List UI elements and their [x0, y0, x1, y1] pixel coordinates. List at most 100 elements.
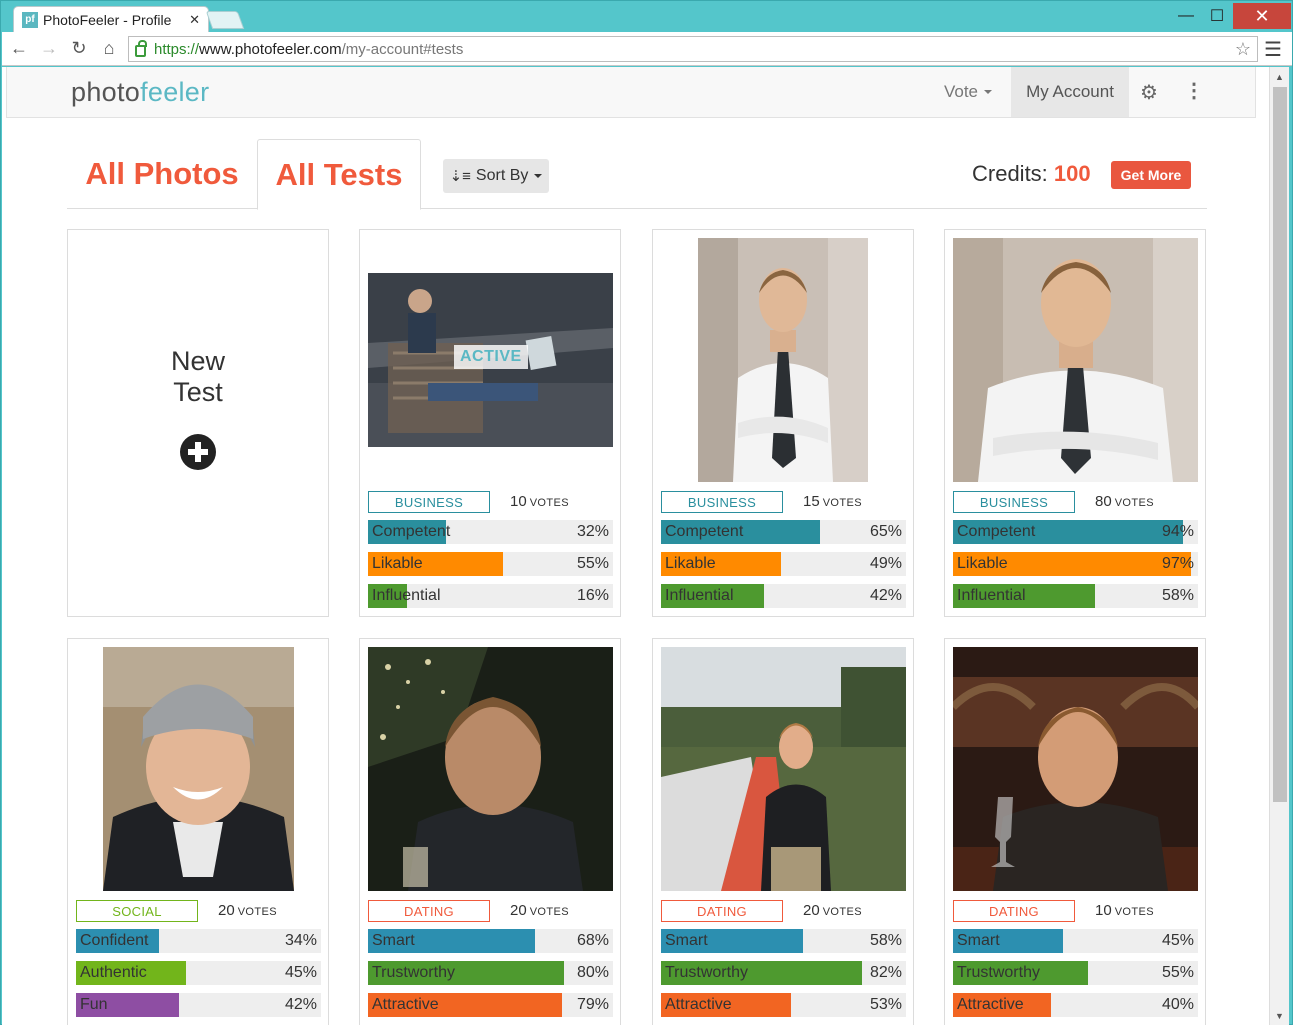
new-test-label: New Test: [171, 346, 225, 408]
stat-percent: 82%: [869, 964, 902, 981]
stat-percent: 97%: [1161, 555, 1194, 572]
my-account-label: My Account: [1026, 82, 1114, 101]
tab-all-tests[interactable]: All Tests: [257, 139, 421, 210]
logo-feeler: feeler: [140, 77, 210, 107]
stat-label: Likable: [957, 555, 1008, 572]
browser-toolbar: ← → ↻ ⌂ https://www.photofeeler.com/my-a…: [2, 32, 1292, 66]
test-card[interactable]: ACTIVE BUSINESS 10 VOTES Competent 32% Lik…: [359, 229, 621, 617]
browser-tab[interactable]: pf PhotoFeeler - Profile ✕: [13, 6, 209, 32]
page-scrollbar[interactable]: ▲ ▼: [1269, 67, 1289, 1025]
bookmark-star-icon[interactable]: ☆: [1235, 39, 1251, 60]
sort-icon: ⇣≡: [449, 168, 471, 185]
back-icon[interactable]: ←: [6, 38, 32, 59]
new-test-card[interactable]: New Test: [67, 229, 329, 617]
stat-bar: Confident 34%: [76, 929, 321, 953]
scroll-thumb[interactable]: [1273, 87, 1287, 802]
stat-percent: 45%: [1161, 932, 1194, 949]
votes-label: VOTES: [1114, 906, 1154, 918]
browser-window: pf PhotoFeeler - Profile ✕ — ☐ ✕ ← → ↻ ⌂…: [0, 0, 1293, 1025]
stat-label: Authentic: [80, 964, 147, 981]
get-more-button[interactable]: Get More: [1111, 161, 1191, 189]
test-photo[interactable]: [368, 647, 613, 891]
vote-count: 20 VOTES: [510, 902, 610, 919]
minimize-icon[interactable]: —: [1171, 3, 1201, 29]
site-logo[interactable]: photofeeler: [71, 77, 209, 108]
new-test-line2: Test: [173, 377, 223, 407]
stat-percent: 65%: [869, 523, 902, 540]
test-photo[interactable]: [103, 647, 294, 891]
votes-label: VOTES: [1114, 497, 1154, 509]
stat-percent: 40%: [1161, 996, 1194, 1013]
credits-display: Credits: 100: [972, 161, 1091, 187]
vote-number: 20: [803, 902, 820, 919]
sort-by-button[interactable]: ⇣≡ Sort By: [443, 159, 549, 193]
plus-circle-icon[interactable]: [180, 434, 216, 470]
maximize-icon[interactable]: ☐: [1201, 3, 1233, 29]
window-close-icon[interactable]: ✕: [1233, 3, 1291, 29]
tab-all-photos[interactable]: All Photos: [67, 139, 257, 209]
stat-bar: Competent 32%: [368, 520, 613, 544]
stat-percent: 55%: [1161, 964, 1194, 981]
stat-label: Influential: [957, 587, 1026, 604]
new-tab-button[interactable]: [205, 11, 245, 29]
votes-label: VOTES: [529, 497, 569, 509]
votes-label: VOTES: [822, 497, 862, 509]
url-path: /my-account#tests: [341, 40, 464, 58]
stat-percent: 94%: [1161, 523, 1194, 540]
my-account-link[interactable]: My Account: [1011, 67, 1129, 117]
stat-percent: 49%: [869, 555, 902, 572]
gear-icon[interactable]: ⚙: [1140, 80, 1158, 105]
stat-percent: 16%: [576, 587, 609, 604]
reload-icon[interactable]: ↻: [66, 38, 92, 59]
category-badge: BUSINESS: [661, 491, 783, 513]
vote-number: 10: [1095, 902, 1112, 919]
home-icon[interactable]: ⌂: [96, 38, 122, 59]
test-card[interactable]: BUSINESS 15 VOTES Competent 65% Likable 49%…: [652, 229, 914, 617]
test-card[interactable]: DATING 20 VOTES Smart 68% Trustworthy 80% A…: [359, 638, 621, 1025]
stat-percent: 42%: [284, 996, 317, 1013]
test-card[interactable]: DATING 20 VOTES Smart 58% Trustworthy 82% A…: [652, 638, 914, 1025]
browser-menu-icon[interactable]: ☰: [1264, 37, 1282, 62]
more-vertical-icon[interactable]: ⋮: [1184, 78, 1204, 103]
scroll-down-icon[interactable]: ▼: [1275, 1011, 1284, 1021]
stat-bar: Smart 68%: [368, 929, 613, 953]
test-photo[interactable]: [953, 647, 1198, 891]
test-card[interactable]: DATING 10 VOTES Smart 45% Trustworthy 55% A…: [944, 638, 1206, 1025]
category-badge: BUSINESS: [953, 491, 1075, 513]
logo-photo: photo: [71, 77, 141, 107]
stat-bar: Smart 45%: [953, 929, 1198, 953]
test-card[interactable]: BUSINESS 80 VOTES Competent 94% Likable 97%…: [944, 229, 1206, 617]
category-badge: BUSINESS: [368, 491, 490, 513]
test-photo[interactable]: [953, 238, 1198, 482]
scroll-up-icon[interactable]: ▲: [1275, 72, 1284, 82]
stat-label: Attractive: [665, 996, 732, 1013]
test-photo[interactable]: [698, 238, 868, 482]
vote-number: 15: [803, 493, 820, 510]
stat-percent: 34%: [284, 932, 317, 949]
stat-percent: 32%: [576, 523, 609, 540]
stat-label: Trustworthy: [372, 964, 455, 981]
category-badge: DATING: [953, 900, 1075, 922]
vote-count: 20 VOTES: [218, 902, 318, 919]
stat-bar: Likable 55%: [368, 552, 613, 576]
stat-bar: Competent 94%: [953, 520, 1198, 544]
stat-bar: Attractive 79%: [368, 993, 613, 1017]
stat-percent: 79%: [576, 996, 609, 1013]
test-photo[interactable]: [661, 647, 906, 891]
vote-count: 80 VOTES: [1095, 493, 1195, 510]
category-badge: DATING: [661, 900, 783, 922]
site-navbar: photofeeler Vote My Account ⚙ ⋮: [6, 67, 1256, 118]
tab-close-icon[interactable]: ✕: [189, 12, 200, 28]
stat-label: Smart: [665, 932, 708, 949]
credits-label: Credits:: [972, 161, 1048, 186]
address-bar[interactable]: https://www.photofeeler.com/my-account#t…: [128, 36, 1258, 62]
stat-label: Likable: [372, 555, 423, 572]
stat-percent: 55%: [576, 555, 609, 572]
vote-dropdown[interactable]: Vote: [933, 67, 1003, 117]
lock-icon: [135, 40, 147, 57]
vote-count: 15 VOTES: [803, 493, 903, 510]
forward-icon[interactable]: →: [36, 38, 62, 59]
test-photo[interactable]: ACTIVE: [368, 273, 613, 447]
test-card[interactable]: SOCIAL 20 VOTES Confident 34% Authentic 45%…: [67, 638, 329, 1025]
votes-label: VOTES: [529, 906, 569, 918]
